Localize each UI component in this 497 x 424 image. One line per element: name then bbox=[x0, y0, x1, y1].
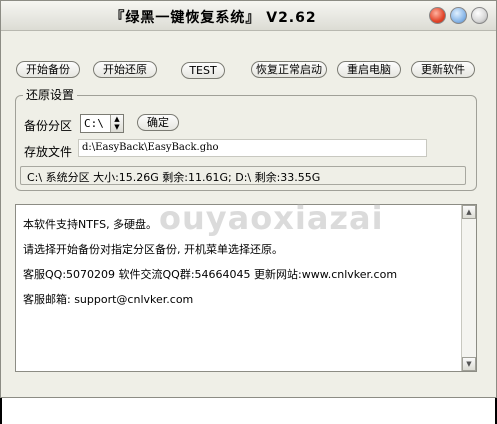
minimize-icon[interactable] bbox=[450, 7, 467, 24]
test-button[interactable]: TEST bbox=[181, 62, 225, 79]
storage-file-label: 存放文件 bbox=[24, 145, 73, 159]
info-line: 客服QQ:5070209 软件交流QQ群:54664045 更新网站:www.c… bbox=[23, 268, 398, 281]
partition-status-text: C:\ 系统分区 大小:15.26G 剩余:11.61G; D:\ 剩余:33.… bbox=[27, 171, 321, 184]
bottom-strip bbox=[0, 398, 497, 424]
app-window: 『绿黑一键恢复系统』 V2.62 开始备份 开始还原 TEST 恢复正常启动 重… bbox=[0, 0, 497, 398]
reboot-button[interactable]: 重启电脑 bbox=[337, 61, 401, 78]
update-software-button[interactable]: 更新软件 bbox=[411, 61, 475, 78]
info-line: 客服邮箱: support@cnlvker.com bbox=[23, 293, 194, 306]
restore-normal-boot-button[interactable]: 恢复正常启动 bbox=[251, 61, 327, 78]
partition-select-value: C:\ bbox=[84, 117, 104, 130]
scroll-up-icon[interactable]: ▲ bbox=[462, 205, 476, 219]
info-line: 请选择开始备份对指定分区备份, 开机菜单选择还原。 bbox=[23, 243, 283, 256]
start-backup-button[interactable]: 开始备份 bbox=[16, 61, 80, 78]
chevron-updown-icon[interactable]: ▲ ▼ bbox=[110, 115, 123, 132]
close-icon[interactable] bbox=[429, 7, 446, 24]
vertical-scrollbar[interactable]: ▲ ▼ bbox=[461, 205, 476, 371]
confirm-button[interactable]: 确定 bbox=[137, 114, 179, 131]
storage-path-field[interactable]: d:\EasyBack\EasyBack.gho bbox=[78, 139, 427, 157]
backup-partition-label: 备份分区 bbox=[24, 119, 73, 133]
partition-status-bar: C:\ 系统分区 大小:15.26G 剩余:11.61G; D:\ 剩余:33.… bbox=[20, 166, 466, 185]
partition-select[interactable]: C:\ ▲ ▼ bbox=[80, 114, 124, 133]
restore-settings-title: 还原设置 bbox=[23, 86, 78, 103]
scroll-down-icon[interactable]: ▼ bbox=[462, 357, 476, 371]
info-line: 本软件支持NTFS, 多硬盘。 bbox=[23, 218, 158, 231]
maximize-icon[interactable] bbox=[471, 7, 488, 24]
title-bar: 『绿黑一键恢复系统』 V2.62 bbox=[1, 1, 496, 31]
info-text-box[interactable]: 本软件支持NTFS, 多硬盘。 请选择开始备份对指定分区备份, 开机菜单选择还原… bbox=[15, 204, 477, 372]
storage-path-value: d:\EasyBack\EasyBack.gho bbox=[82, 142, 219, 153]
start-restore-button[interactable]: 开始还原 bbox=[93, 61, 157, 78]
window-title: 『绿黑一键恢复系统』 V2.62 bbox=[110, 10, 317, 26]
